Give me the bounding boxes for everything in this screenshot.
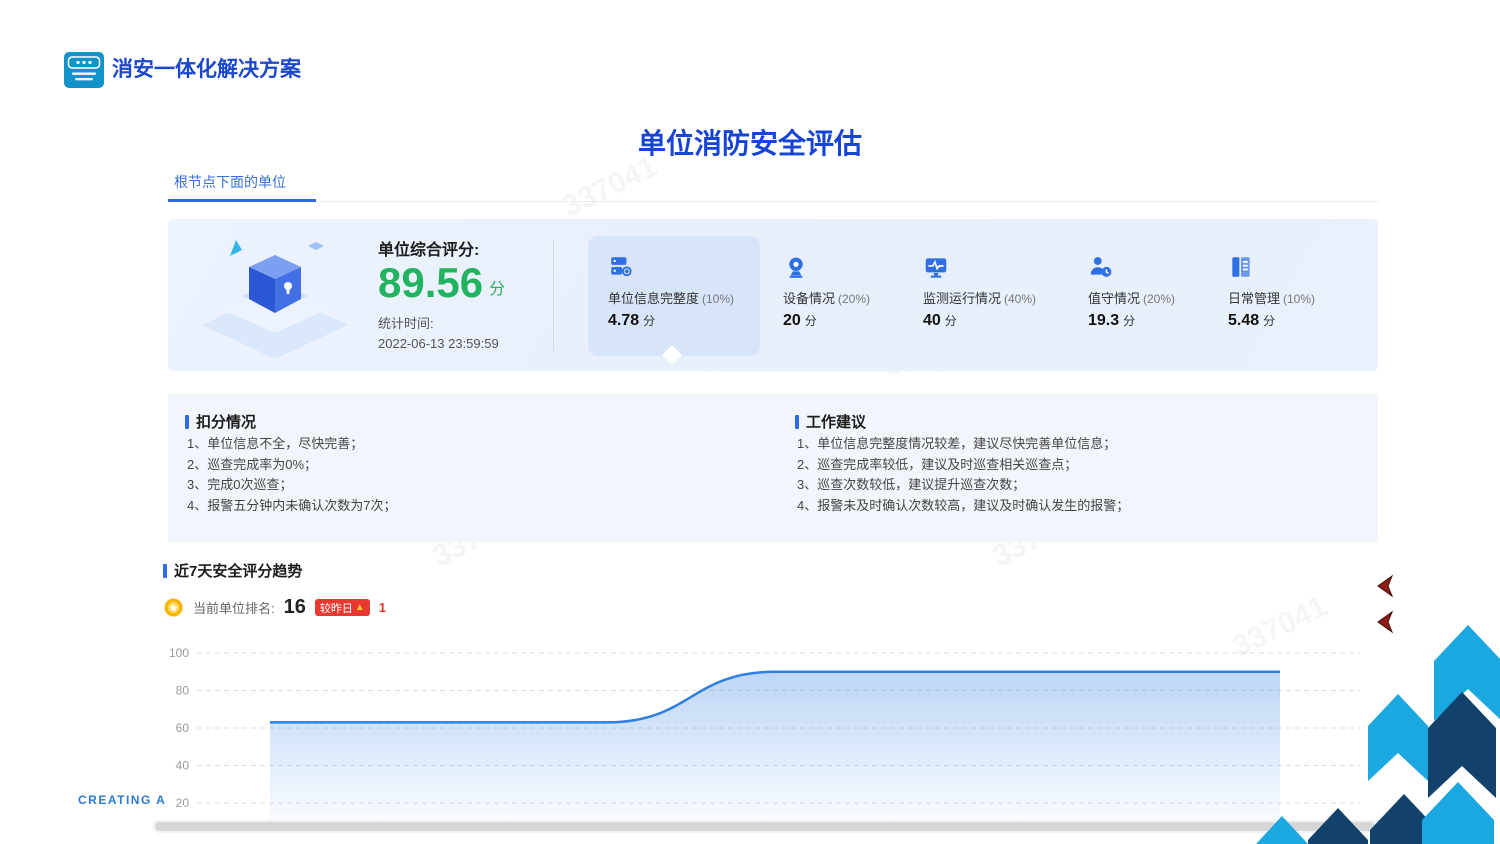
suggestions-header: 工作建议 — [795, 411, 866, 432]
metric-label: 设备情况 — [783, 291, 835, 306]
medal-icon — [163, 597, 184, 618]
y-tick-label: 60 — [176, 721, 190, 735]
stat-time-label: 统计时间: — [378, 314, 434, 334]
rank-label: 当前单位排名: — [193, 598, 275, 617]
metric-label: 值守情况 — [1088, 291, 1140, 306]
metric-weight: (20%) — [838, 292, 870, 306]
section-bar — [163, 564, 167, 578]
list-item: 4、报警五分钟内未确认次数为7次； — [187, 496, 396, 517]
deductions-title: 扣分情况 — [196, 411, 256, 432]
list-item: 1、单位信息不全，尽快完善； — [187, 434, 396, 455]
metric-label: 监测运行情况 — [923, 291, 1001, 306]
y-tick-label: 100 — [169, 646, 189, 660]
panel-divider — [553, 239, 554, 351]
monitoring-icon — [923, 254, 949, 280]
y-tick-label: 80 — [176, 684, 190, 698]
scrollbar-thumb[interactable] — [155, 822, 1375, 831]
page-title: 单位消防安全评估 — [0, 122, 1500, 162]
metric-unit: 分 — [805, 314, 817, 328]
overall-score-unit: 分 — [489, 275, 505, 304]
metric-card-info-completeness[interactable]: 单位信息完整度(10%) 4.78 分 — [588, 236, 760, 356]
up-arrow-icon: ▲ — [355, 603, 365, 613]
list-item: 3、巡查次数较低，建议提升巡查次数； — [797, 475, 1129, 496]
info-completeness-icon — [608, 254, 634, 280]
list-item: 3、完成0次巡查； — [187, 475, 396, 496]
deductions-header: 扣分情况 — [185, 411, 256, 432]
brand-logo-icon — [64, 52, 104, 88]
chevron-decoration — [1200, 594, 1500, 844]
trend-title: 近7天安全评分趋势 — [174, 560, 302, 581]
overall-score-label: 单位综合评分: — [378, 236, 479, 260]
active-tab-underline — [168, 199, 316, 202]
rank-value: 16 — [284, 596, 306, 619]
metric-weight: (10%) — [702, 292, 734, 306]
list-item: 2、巡查完成率为0%； — [187, 455, 396, 476]
metric-weight: (40%) — [1004, 292, 1036, 306]
suggestions-list: 1、单位信息完整度情况较差，建议尽快完善单位信息； 2、巡查完成率较低，建议及时… — [797, 434, 1129, 516]
dashboard-page: 337041 337041 337041 337041 337041 33704… — [0, 0, 1500, 844]
metric-weight: (20%) — [1143, 292, 1175, 306]
section-bar — [185, 415, 189, 429]
metric-value: 40 — [923, 312, 941, 329]
metric-weight: (10%) — [1283, 292, 1315, 306]
metric-unit: 分 — [1123, 314, 1135, 328]
metric-label: 日常管理 — [1228, 291, 1280, 306]
list-item: 4、报警未及时确认次数较高，建议及时确认发生的报警； — [797, 496, 1129, 517]
y-tick-label: 20 — [176, 796, 190, 810]
rank-row: 当前单位排名: 16 较昨日 ▲ 1 — [163, 596, 386, 619]
badge-label: 较昨日 — [320, 600, 353, 616]
footer-slogan: CREATING A — [78, 793, 166, 807]
brand-title: 消安一体化解决方案 — [112, 52, 301, 88]
metric-card-monitoring[interactable]: 监测运行情况(40%) 40 分 — [923, 254, 1095, 330]
daily-management-icon — [1228, 254, 1254, 280]
list-item: 2、巡查完成率较低，建议及时巡查相关巡查点； — [797, 455, 1129, 476]
tab-root-node-units[interactable]: 根节点下面的单位 — [174, 172, 286, 192]
trend-header: 近7天安全评分趋势 — [163, 560, 302, 581]
section-bar — [795, 415, 799, 429]
tab-divider — [168, 201, 1378, 202]
metric-value: 4.78 — [608, 312, 639, 329]
rank-change-badge: 较昨日 ▲ — [315, 599, 370, 616]
metric-value: 20 — [783, 312, 801, 329]
trend-chart: 20 40 60 80 100 — [163, 644, 1368, 822]
metric-unit: 分 — [643, 314, 655, 328]
suggestions-title: 工作建议 — [806, 411, 866, 432]
duty-icon — [1088, 254, 1114, 280]
metric-card-daily-management[interactable]: 日常管理(10%) 5.48 分 — [1228, 254, 1400, 330]
metric-value: 19.3 — [1088, 312, 1119, 329]
list-item: 1、单位信息完整度情况较差，建议尽快完善单位信息； — [797, 434, 1129, 455]
y-tick-label: 40 — [176, 759, 190, 773]
metric-unit: 分 — [1263, 314, 1275, 328]
metric-unit: 分 — [945, 314, 957, 328]
score-illustration — [200, 226, 350, 371]
trend-area-fill — [270, 672, 1280, 822]
metric-label: 单位信息完整度 — [608, 291, 699, 306]
overall-score-value: 89.56 — [378, 262, 483, 304]
device-icon — [783, 254, 809, 280]
stat-time-value: 2022-06-13 23:59:59 — [378, 334, 499, 354]
rank-delta: 1 — [379, 600, 386, 615]
metric-value: 5.48 — [1228, 312, 1259, 329]
nav-arrow-icon — [1378, 576, 1392, 596]
deductions-list: 1、单位信息不全，尽快完善； 2、巡查完成率为0%； 3、完成0次巡查； 4、报… — [187, 434, 396, 516]
